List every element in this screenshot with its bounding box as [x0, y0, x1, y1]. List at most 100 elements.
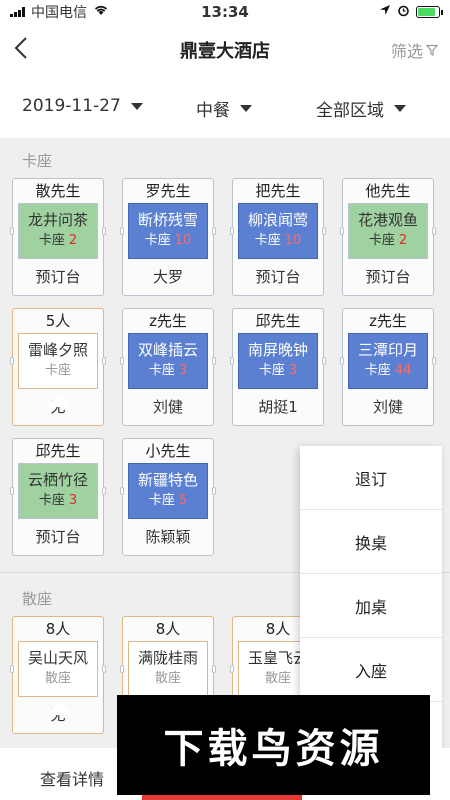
- table-body: 双峰插云卡座 3: [128, 333, 208, 389]
- chair-marker: [432, 357, 436, 365]
- table-type-row: 卡座 3: [19, 491, 97, 511]
- view-detail-button[interactable]: 查看详情: [40, 766, 104, 790]
- guest-count: 2: [68, 233, 78, 248]
- table-guest: 邱先生: [35, 442, 81, 460]
- table-card[interactable]: 8人 吴山天风 散座无: [10, 616, 106, 734]
- chair-marker: [10, 227, 14, 235]
- notch-triangle: [45, 395, 73, 407]
- table-booker: 胡挺1: [258, 398, 298, 416]
- table-body: 新疆特色 卡座 5: [128, 463, 208, 519]
- table-name: 雷峰夕照: [27, 341, 88, 359]
- meal-dropdown[interactable]: 中餐: [196, 96, 252, 121]
- table-type-row: 散座: [129, 669, 207, 689]
- table-name: 满陇桂雨: [137, 649, 198, 667]
- guest-count: 10: [174, 233, 192, 248]
- filter-bar: 2019-11-27 中餐 全部区域: [0, 76, 450, 138]
- chair-marker: [322, 227, 326, 235]
- back-button[interactable]: [14, 34, 38, 62]
- chair-marker: [212, 665, 216, 673]
- chair-marker: [340, 227, 344, 235]
- caret-down-icon: [394, 105, 406, 112]
- table-body: 断桥残雪卡座 10: [128, 203, 208, 259]
- chair-marker: [212, 487, 216, 495]
- table-type: 卡座: [148, 493, 175, 508]
- table-card[interactable]: 罗先生 断桥残雪 卡座 10 大罗: [120, 178, 216, 296]
- chair-marker: [230, 357, 234, 365]
- table-card[interactable]: z先生 双峰插云 卡座 3 刘健: [120, 308, 216, 426]
- chair-marker: [102, 227, 106, 235]
- table-name: 三潭印月: [357, 341, 418, 359]
- table-card[interactable]: 他先生花港观鱼 卡座 2 预订台: [340, 178, 436, 296]
- table-card[interactable]: 把先生 柳浪闻莺 卡座 10 预订台: [230, 178, 326, 296]
- chair-marker: [322, 357, 326, 365]
- table-booker: 刘健: [152, 398, 183, 416]
- chair-marker: [340, 357, 344, 365]
- notch-triangle: [45, 703, 73, 715]
- chair-marker: [120, 357, 124, 365]
- page-title: 鼎壹大酒店: [180, 41, 270, 62]
- table-guest: 散先生: [35, 182, 81, 200]
- table-card[interactable]: 5人 雷峰夕照 卡座无: [10, 308, 106, 426]
- table-type-row: 卡座 2: [349, 231, 427, 251]
- chair-marker: [230, 665, 234, 673]
- caret-down-icon: [240, 105, 252, 112]
- table-type-row: 卡座 3: [239, 361, 317, 381]
- table-guest: 8人: [155, 620, 181, 638]
- chair-marker: [10, 487, 14, 495]
- table-type: 卡座: [44, 363, 71, 378]
- watermark-logo: 下载鸟资源: [117, 695, 430, 795]
- table-body: 龙井问茶卡座 2: [18, 203, 98, 259]
- table-booker: 预订台: [35, 528, 81, 546]
- guest-count: 3: [178, 363, 188, 378]
- table-card[interactable]: 小先生 新疆特色 卡座 5 陈颖颖: [120, 438, 216, 556]
- table-guest: 他先生: [365, 182, 411, 200]
- menu-item-seat[interactable]: 入座: [300, 638, 442, 702]
- table-body: 雷峰夕照 卡座: [18, 333, 98, 389]
- table-name: 柳浪闻莺: [247, 211, 308, 229]
- table-name: 云栖竹径: [27, 471, 88, 489]
- table-card[interactable]: z先生 三潭印月 卡座 44 刘健: [340, 308, 436, 426]
- chair-marker: [102, 665, 106, 673]
- menu-item-cancel-booking[interactable]: 退订: [300, 446, 442, 510]
- table-card[interactable]: 邱先生 南屏晚钟 卡座 3 胡挺1: [230, 308, 326, 426]
- table-card[interactable]: 散先生 龙井问茶 卡座 2 预订台: [10, 178, 106, 296]
- alarm-icon: [397, 4, 410, 21]
- chair-marker: [120, 227, 124, 235]
- chair-marker: [102, 357, 106, 365]
- table-guest: 把先生: [255, 182, 301, 200]
- area-dropdown[interactable]: 全部区域: [316, 96, 406, 121]
- funnel-icon: [426, 44, 438, 56]
- table-type: 卡座: [38, 493, 65, 508]
- table-booker: 预订台: [365, 268, 411, 286]
- table-type-row: 散座: [19, 669, 97, 689]
- table-body: 吴山天风 散座: [18, 641, 98, 697]
- table-booker: 大罗: [152, 268, 183, 286]
- area-value: 全部区域: [316, 101, 384, 121]
- filter-button[interactable]: 筛选: [391, 38, 438, 62]
- section-label-hall: 散座: [22, 590, 53, 608]
- menu-item-change-table[interactable]: 换桌: [300, 510, 442, 574]
- table-body: 花港观鱼 卡座 2: [348, 203, 428, 259]
- table-type: 散座: [44, 671, 71, 686]
- table-type: 散座: [264, 671, 291, 686]
- status-right: [290, 4, 443, 21]
- nav-bar: 鼎壹大酒店 筛选: [0, 24, 450, 76]
- table-type-row: 卡座 2: [19, 231, 97, 251]
- date-dropdown[interactable]: 2019-11-27: [22, 96, 143, 116]
- table-name: 断桥残雪: [137, 211, 198, 229]
- chair-marker: [212, 227, 216, 235]
- caret-down-icon: [130, 102, 143, 110]
- table-type: 卡座: [368, 233, 395, 248]
- filter-label: 筛选: [390, 42, 423, 61]
- status-bar: 中国电信 13:34: [0, 0, 450, 24]
- table-type-row: 卡座 3: [129, 361, 207, 381]
- table-card[interactable]: 邱先生云栖竹径卡座 3 预订台: [10, 438, 106, 556]
- table-type-row: 卡座 5: [129, 491, 207, 511]
- signal-icon: [10, 7, 25, 17]
- menu-item-add-table[interactable]: 加桌: [300, 574, 442, 638]
- table-name: 双峰插云: [137, 341, 198, 359]
- table-name: 龙井问茶: [27, 211, 88, 229]
- table-type: 卡座: [144, 233, 171, 248]
- watermark-text: 下载鸟资源: [163, 726, 384, 772]
- table-type-row: 卡座: [19, 361, 97, 381]
